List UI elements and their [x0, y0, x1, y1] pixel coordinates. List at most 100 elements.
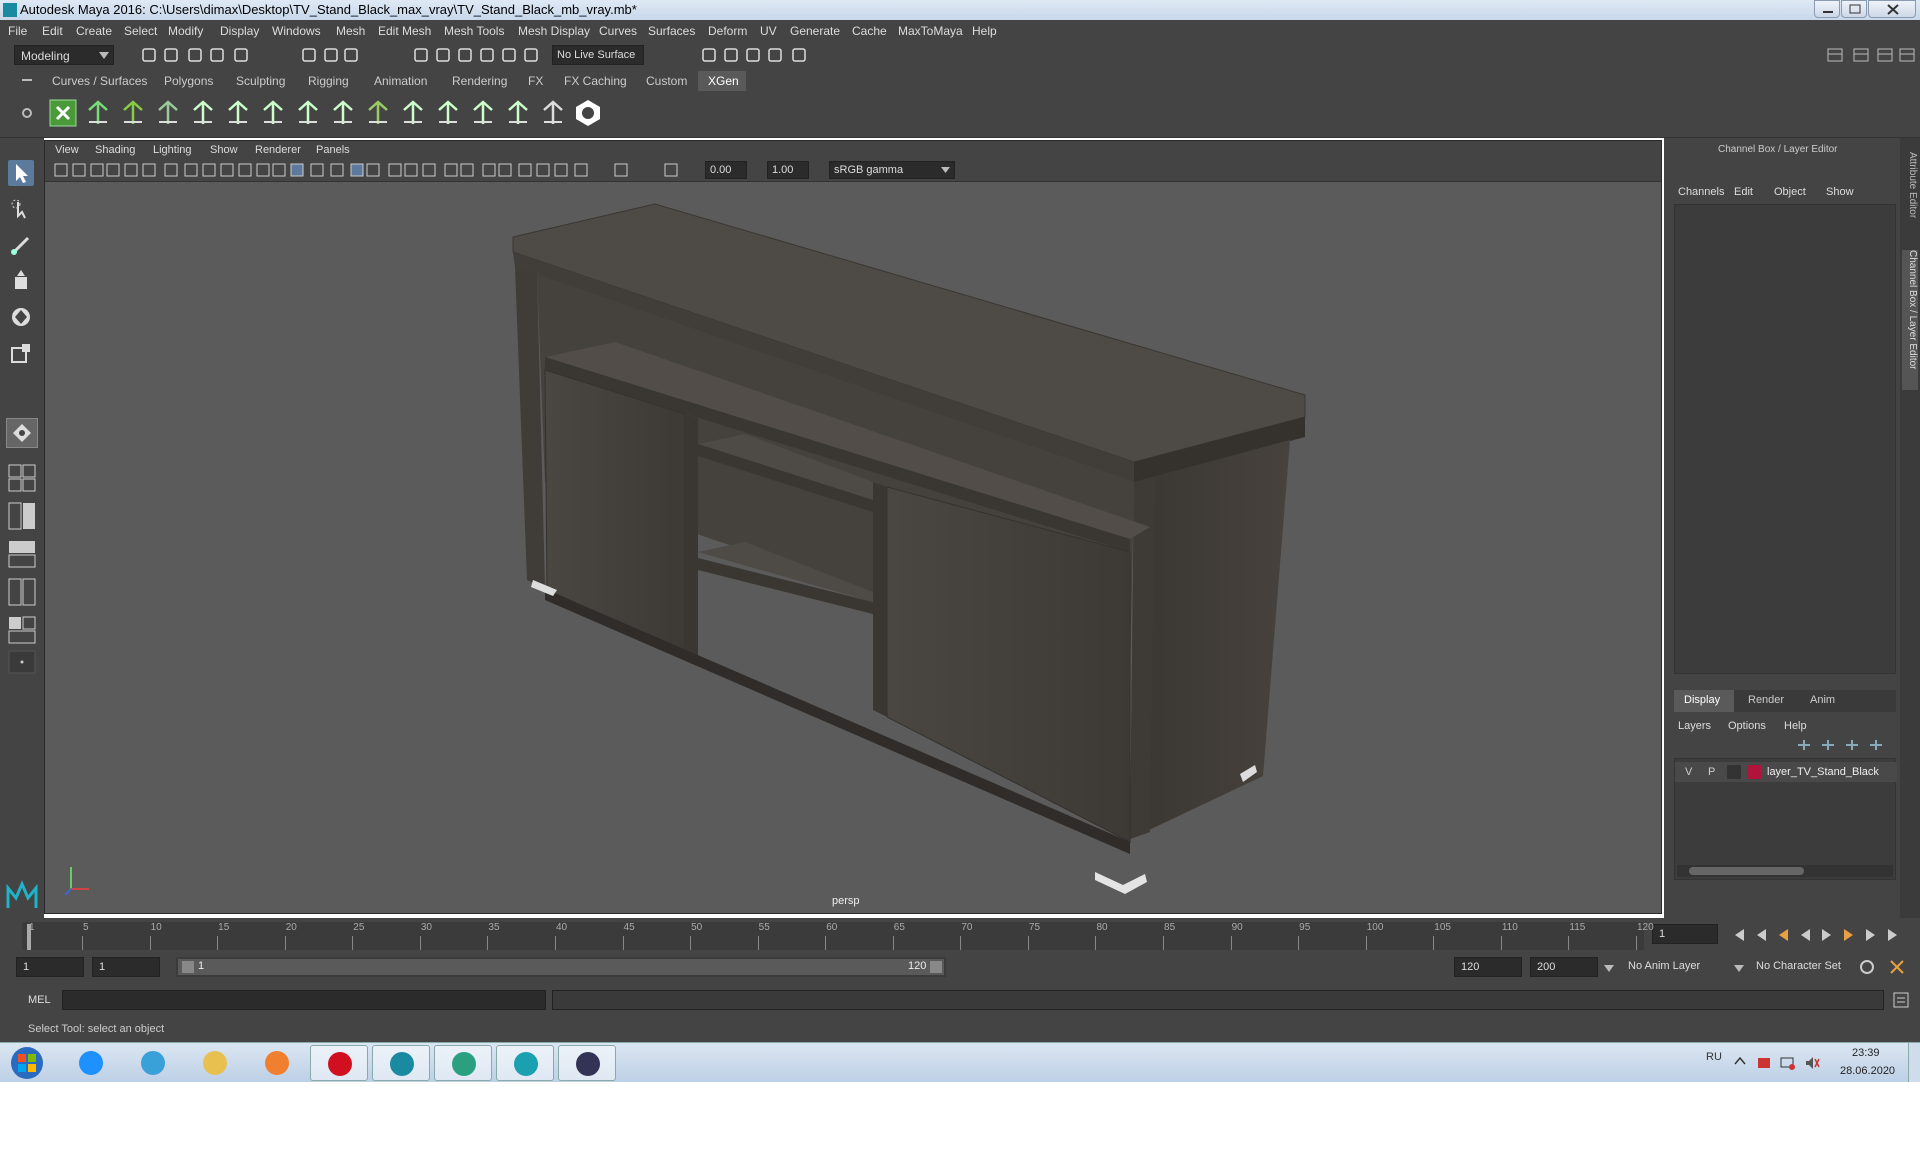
range-end-grip[interactable]: [930, 961, 942, 973]
snap-projected-icon[interactable]: [478, 46, 496, 64]
tab-rigging[interactable]: Rigging: [308, 74, 349, 88]
viewport-persp[interactable]: View Shading Lighting Show Renderer Panels 0.…: [44, 140, 1662, 914]
tab-anim[interactable]: Anim: [1810, 694, 1835, 706]
render-view-icon[interactable]: [790, 46, 808, 64]
snap-surface-icon[interactable]: [500, 46, 518, 64]
menu-item-cache[interactable]: Cache: [852, 24, 887, 38]
chevron-down-icon[interactable]: [1734, 962, 1744, 976]
layer-move-up-icon[interactable]: [1796, 738, 1812, 752]
mode-selector[interactable]: Modeling: [14, 45, 114, 65]
depth-of-field-icon[interactable]: [481, 162, 497, 178]
current-time-indicator[interactable]: [27, 924, 31, 950]
resolution-gate-icon[interactable]: [201, 162, 217, 178]
tab-custom[interactable]: Custom: [646, 74, 687, 88]
script-editor-icon[interactable]: [1892, 991, 1910, 1009]
xgen-scale-guide-icon[interactable]: [433, 98, 463, 128]
exposure-field[interactable]: 0.00: [705, 161, 747, 179]
quick-layout-icon[interactable]: [6, 418, 38, 448]
new-layer-icon[interactable]: [1844, 738, 1860, 752]
anti-aliasing-icon[interactable]: [459, 162, 475, 178]
range-slider[interactable]: 1 120: [176, 957, 946, 977]
layer-name[interactable]: layer_TV_Stand_Black: [1767, 766, 1879, 778]
move-tool-icon[interactable]: [8, 268, 34, 294]
menu-item-display[interactable]: Display: [220, 24, 259, 38]
default-material-icon[interactable]: [329, 162, 345, 178]
anim-layer-dropdown[interactable]: No Anim Layer: [1622, 957, 1742, 977]
xgen-create-description-icon[interactable]: [83, 98, 113, 128]
motion-blur-icon[interactable]: [443, 162, 459, 178]
menu-item-edit[interactable]: Edit: [42, 24, 63, 38]
xgen-preview-icon[interactable]: [573, 98, 603, 128]
select-camera-icon[interactable]: [53, 162, 69, 178]
menu-item-create[interactable]: Create: [76, 24, 112, 38]
camera-attributes-icon[interactable]: [71, 162, 87, 178]
xgen-editor-icon[interactable]: [48, 98, 78, 128]
new-layer-selected-icon[interactable]: [1868, 738, 1884, 752]
snap-curve-icon[interactable]: [434, 46, 452, 64]
attribute-editor-toggle-icon[interactable]: [1876, 46, 1894, 64]
network-app-icon[interactable]: [124, 1045, 182, 1081]
range-start-grip[interactable]: [182, 961, 194, 973]
isolate-select-icon[interactable]: [497, 162, 513, 178]
tab-polygons[interactable]: Polygons: [164, 74, 213, 88]
xgen-sculpt-icon[interactable]: [328, 98, 358, 128]
gamma-icon[interactable]: [613, 162, 629, 178]
select-component-icon[interactable]: [342, 46, 360, 64]
cinema4d-icon[interactable]: [558, 1045, 616, 1081]
bookmarks-icon[interactable]: [89, 162, 105, 178]
layer-menu-options[interactable]: Options: [1728, 720, 1766, 732]
xgen-grid-icon[interactable]: [153, 98, 183, 128]
viewport-menu-renderer[interactable]: Renderer: [255, 144, 301, 156]
layout-outliner-icon[interactable]: [8, 540, 36, 568]
maximize-button[interactable]: [1841, 0, 1867, 18]
start-frame-field[interactable]: 1: [16, 957, 84, 977]
xgen-pin-icon[interactable]: [258, 98, 288, 128]
step-forward-frame-icon[interactable]: [1840, 926, 1858, 944]
layout-graph-icon[interactable]: [8, 578, 36, 606]
tab-animation[interactable]: Animation: [374, 74, 427, 88]
select-tool-icon[interactable]: [8, 160, 34, 186]
menu-item-deform[interactable]: Deform: [708, 24, 747, 38]
time-slider[interactable]: 1 1 5 10 15 20 25 30 35 40 45 50 55 60 65 70 75 80 85 90 95…: [0, 918, 1920, 952]
media-player-icon[interactable]: [248, 1045, 306, 1081]
layout-four-view-icon[interactable]: [8, 464, 36, 492]
render-frame-icon[interactable]: [700, 46, 718, 64]
hypershade-icon[interactable]: [766, 46, 784, 64]
menu-item-uv[interactable]: UV: [760, 24, 777, 38]
key-settings-icon[interactable]: [1888, 958, 1906, 979]
playback-start-field[interactable]: 1: [92, 957, 160, 977]
ambient-occlusion-icon[interactable]: [421, 162, 437, 178]
tab-rendering[interactable]: Rendering: [452, 74, 507, 88]
lasso-tool-icon[interactable]: [8, 196, 34, 222]
attribute-editor-tab[interactable]: Attribute Editor: [1902, 152, 1918, 242]
language-indicator[interactable]: RU: [1706, 1051, 1722, 1063]
xgen-comb-icon[interactable]: [398, 98, 428, 128]
step-back-key-icon[interactable]: [1752, 926, 1770, 944]
colorspace-dropdown[interactable]: sRGB gamma: [829, 161, 955, 179]
safe-action-icon[interactable]: [255, 162, 271, 178]
undo-icon[interactable]: [208, 46, 226, 64]
layout-toggle-icon[interactable]: [1826, 46, 1844, 64]
gate-mask-icon[interactable]: [219, 162, 235, 178]
layer-row[interactable]: V P layer_TV_Stand_Black: [1675, 762, 1897, 782]
xray-joints-icon[interactable]: [517, 162, 533, 178]
snap-grid-icon[interactable]: [412, 46, 430, 64]
xgen-groom-icon[interactable]: [118, 98, 148, 128]
xgen-place-guide-icon[interactable]: [188, 98, 218, 128]
xgen-delete-icon[interactable]: [538, 98, 568, 128]
menu-item-mesh-display[interactable]: Mesh Display: [518, 24, 590, 38]
tray-flag-icon[interactable]: [1756, 1055, 1772, 1071]
viewport-menu-panels[interactable]: Panels: [316, 144, 350, 156]
layout-two-view-icon[interactable]: [8, 502, 36, 530]
menu-item-modify[interactable]: Modify: [168, 24, 203, 38]
menu-item-edit-mesh[interactable]: Edit Mesh: [378, 24, 431, 38]
paint-select-tool-icon[interactable]: [8, 232, 34, 258]
colorspace-icon[interactable]: [663, 162, 679, 178]
field-chart-icon[interactable]: [237, 162, 253, 178]
layer-scroll-thumb[interactable]: [1689, 867, 1804, 875]
layout-persp-outliner-icon[interactable]: [8, 616, 36, 644]
go-end-icon[interactable]: [1884, 926, 1902, 944]
new-scene-icon[interactable]: [140, 46, 158, 64]
end-frame-field[interactable]: 200: [1530, 957, 1598, 977]
layer-menu-help[interactable]: Help: [1784, 720, 1807, 732]
